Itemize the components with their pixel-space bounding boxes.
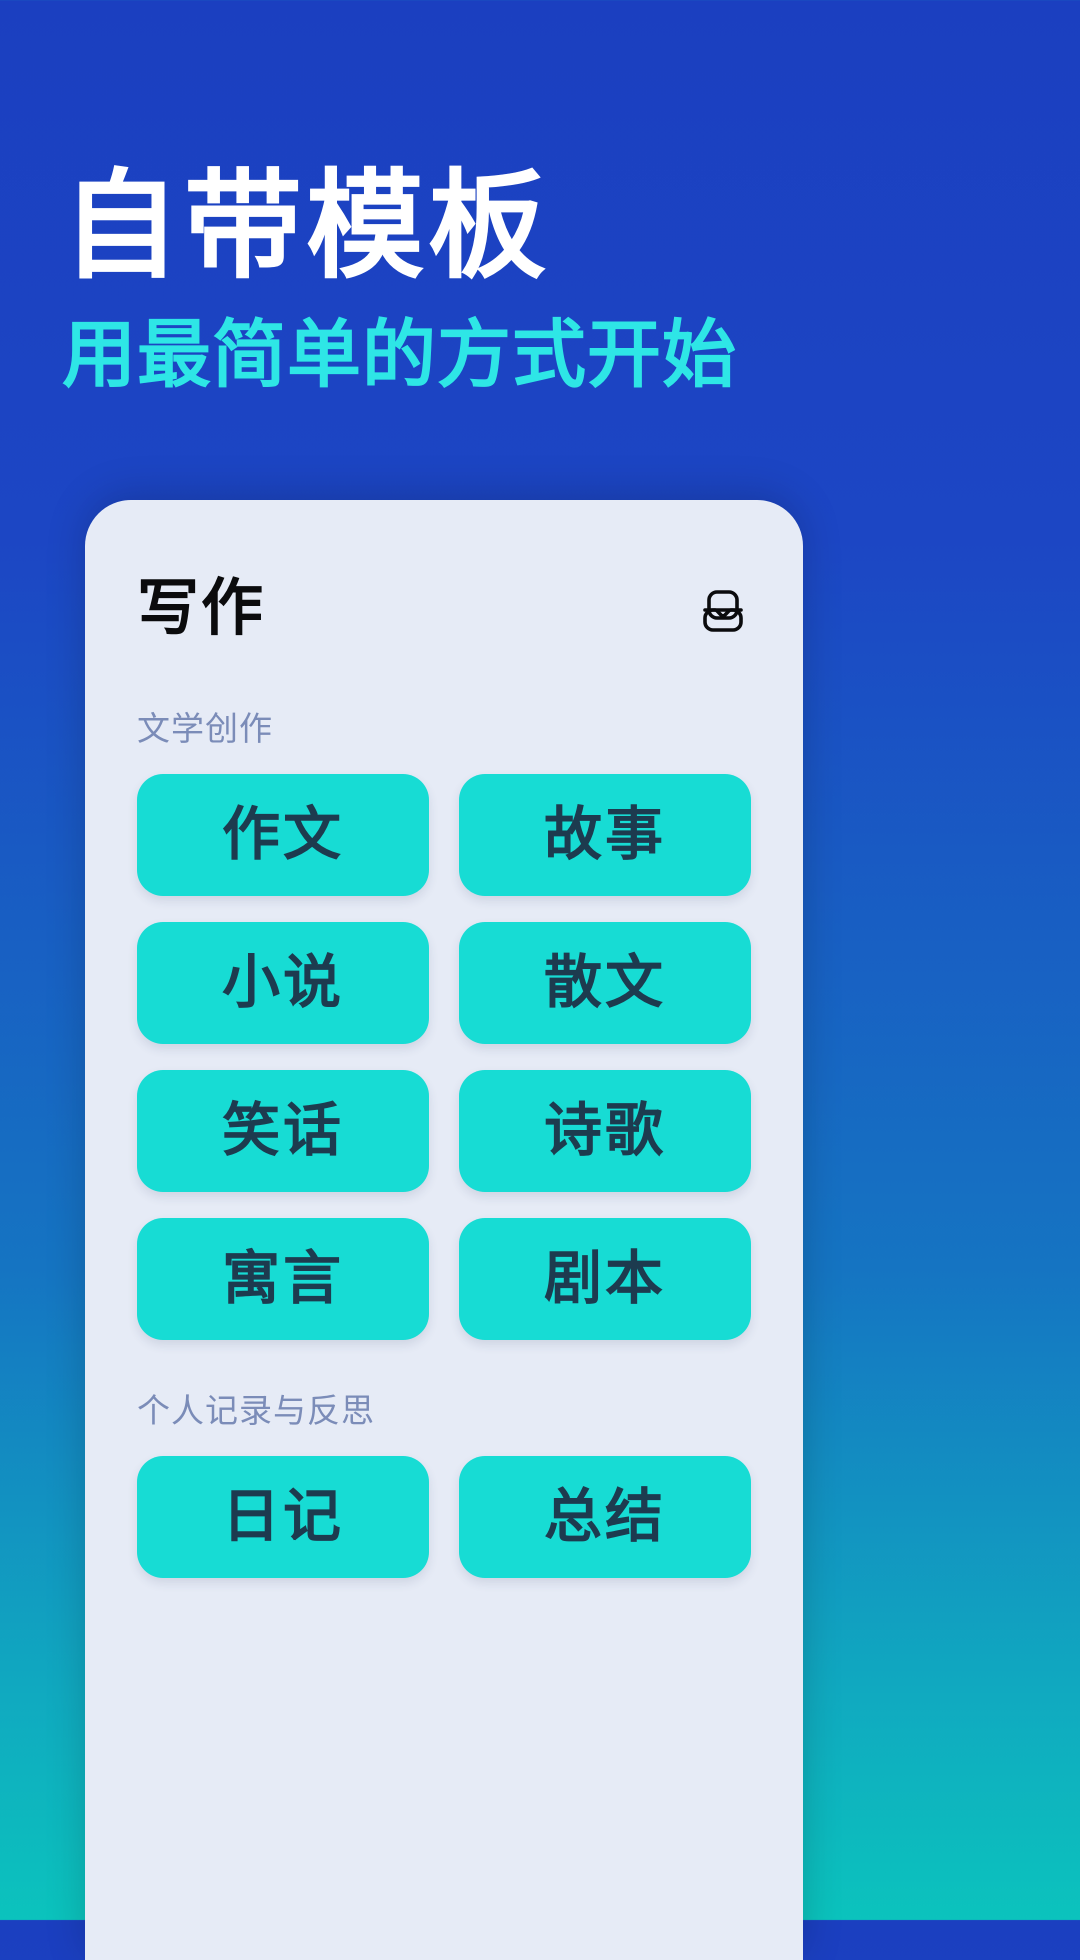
hero-subtitle: 用最简单的方式开始 [62,313,737,396]
tile-gushi[interactable]: 故事 [459,774,751,896]
app-preview-card: 写作 文学创作 作文 故事 小说 散文 笑话 诗歌 寓言 剧本 个人记录与反思 [85,500,803,1960]
card-header: 写作 [85,500,803,640]
hero-title: 自带模板 [62,161,551,293]
tile-label: 剧本 [543,1246,666,1311]
section-label-literary: 文学创作 [137,710,273,747]
hero-section: 自带模板 用最简单的方式开始 [0,0,1080,394]
tile-riji[interactable]: 日记 [137,1456,429,1578]
tile-label: 作文 [221,802,344,867]
tile-zongjie[interactable]: 总结 [459,1456,751,1578]
tile-label: 诗歌 [543,1098,666,1163]
section-label-personal: 个人记录与反思 [137,1392,375,1429]
tile-label: 日记 [221,1484,344,1549]
tile-juben[interactable]: 剧本 [459,1218,751,1340]
tile-yuyan[interactable]: 寓言 [137,1218,429,1340]
tile-label: 寓言 [221,1246,344,1311]
tile-label: 故事 [543,802,666,867]
tile-sanwen[interactable]: 散文 [459,922,751,1044]
tile-xiaoshuo[interactable]: 小说 [137,922,429,1044]
tile-label: 总结 [543,1484,666,1549]
tile-label: 散文 [543,950,666,1015]
tile-label: 小说 [221,950,344,1015]
tile-shige[interactable]: 诗歌 [459,1070,751,1192]
tile-xiaohua[interactable]: 笑话 [137,1070,429,1192]
tile-label: 笑话 [221,1098,344,1163]
page-title: 写作 [137,574,266,643]
inbox-icon[interactable] [695,583,751,639]
tile-grid-personal: 日记 总结 [85,1432,803,1578]
tile-grid-literary: 作文 故事 小说 散文 笑话 诗歌 寓言 剧本 [85,750,803,1340]
tile-zuowen[interactable]: 作文 [137,774,429,896]
